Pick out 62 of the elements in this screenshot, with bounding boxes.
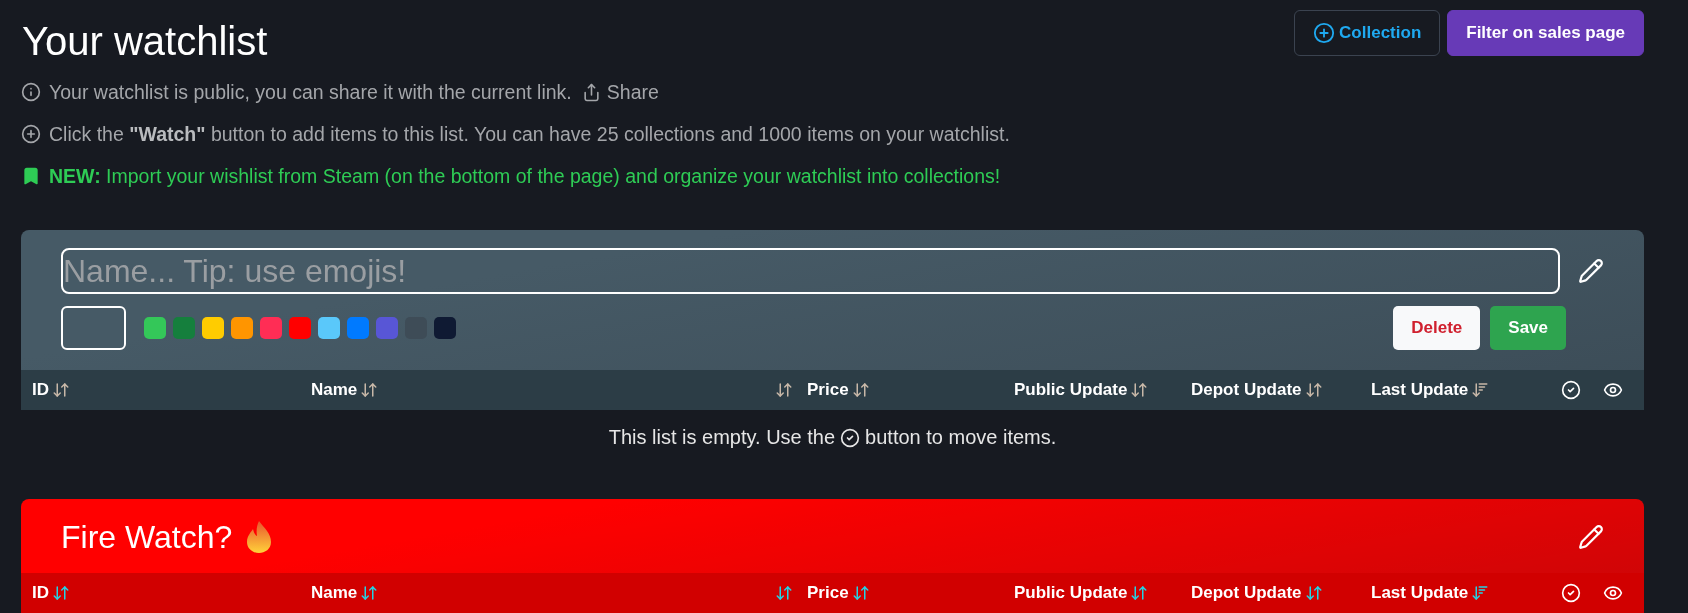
column-header[interactable]: Name	[311, 380, 358, 400]
collection-name: Fire Watch?	[61, 518, 233, 557]
color-swatch[interactable]	[347, 317, 369, 339]
sort-descending-icon[interactable]	[1471, 584, 1490, 602]
sort-icon[interactable]	[1304, 584, 1323, 602]
sort-icon[interactable]	[1304, 381, 1323, 399]
empty-message: button to move items.	[865, 426, 1057, 449]
sort-icon[interactable]	[360, 381, 379, 399]
column-header[interactable]: Name	[311, 583, 358, 603]
add-collection-button[interactable]: Collection	[1294, 10, 1441, 56]
empty-message: This list is empty. Use the	[608, 426, 836, 449]
sort-icon[interactable]	[775, 584, 793, 602]
column-header[interactable]: Last Update	[1371, 380, 1469, 400]
name-input[interactable]: Name... Tip: use emojis!	[61, 248, 1560, 294]
color-swatch[interactable]	[434, 317, 456, 339]
page-title: Your watchlist	[22, 18, 268, 64]
delete-button[interactable]: Delete	[1393, 306, 1481, 350]
sort-icon[interactable]	[775, 381, 793, 399]
sort-icon[interactable]	[360, 584, 379, 602]
color-swatch[interactable]	[260, 317, 282, 339]
sort-icon[interactable]	[52, 381, 70, 399]
column-header[interactable]: Price	[807, 380, 849, 400]
sort-icon[interactable]	[851, 584, 870, 602]
color-swatch[interactable]	[376, 317, 398, 339]
notice-text: Click the "Watch" button to add items to this list. You can have 25 collections and 1000 items on your watchlist.	[49, 122, 1010, 146]
column-header[interactable]: Public Update	[1014, 583, 1128, 603]
column-header[interactable]: Public Update	[1014, 380, 1128, 400]
eye-icon[interactable]	[1603, 380, 1623, 400]
column-header[interactable]: ID	[32, 583, 49, 603]
column-header[interactable]: Last Update	[1371, 583, 1469, 603]
column-header[interactable]: Depot Update	[1191, 380, 1302, 400]
color-swatch[interactable]	[318, 317, 340, 339]
sort-icon[interactable]	[52, 584, 70, 602]
column-header[interactable]: Depot Update	[1191, 583, 1302, 603]
sort-icon[interactable]	[1130, 584, 1149, 602]
pencil-icon[interactable]	[1578, 524, 1604, 550]
check-circle-icon[interactable]	[1561, 380, 1581, 400]
color-swatch[interactable]	[231, 317, 253, 339]
info-icon	[21, 82, 41, 102]
eye-icon[interactable]	[1603, 583, 1623, 603]
check-circle-icon[interactable]	[1561, 583, 1581, 603]
column-header[interactable]: Price	[807, 583, 849, 603]
filter-button[interactable]: Filter on sales page	[1447, 10, 1644, 56]
sort-icon[interactable]	[851, 381, 870, 399]
bookmark-icon	[21, 166, 41, 186]
share-icon	[581, 82, 601, 102]
check-circle-icon	[840, 427, 861, 448]
pencil-icon[interactable]	[1578, 258, 1604, 284]
sort-icon[interactable]	[1130, 381, 1149, 399]
color-swatch[interactable]	[144, 317, 166, 339]
flame-icon	[246, 520, 273, 554]
color-swatch[interactable]	[173, 317, 195, 339]
notice-text: NEW: Import your wishlist from Steam (on the bottom of the page) and organize your watchlist into collections!	[49, 164, 1001, 188]
color-picker[interactable]	[61, 306, 126, 350]
notice-text: Your watchlist is public, you can share it with the current link.	[49, 80, 572, 104]
plus-circle-icon	[1313, 22, 1336, 44]
plus-circle-icon	[21, 124, 41, 144]
share-link[interactable]: Share	[581, 80, 659, 104]
column-header[interactable]: ID	[32, 380, 49, 400]
sort-descending-icon[interactable]	[1471, 381, 1490, 399]
color-swatch[interactable]	[202, 317, 224, 339]
color-swatch[interactable]	[289, 317, 311, 339]
